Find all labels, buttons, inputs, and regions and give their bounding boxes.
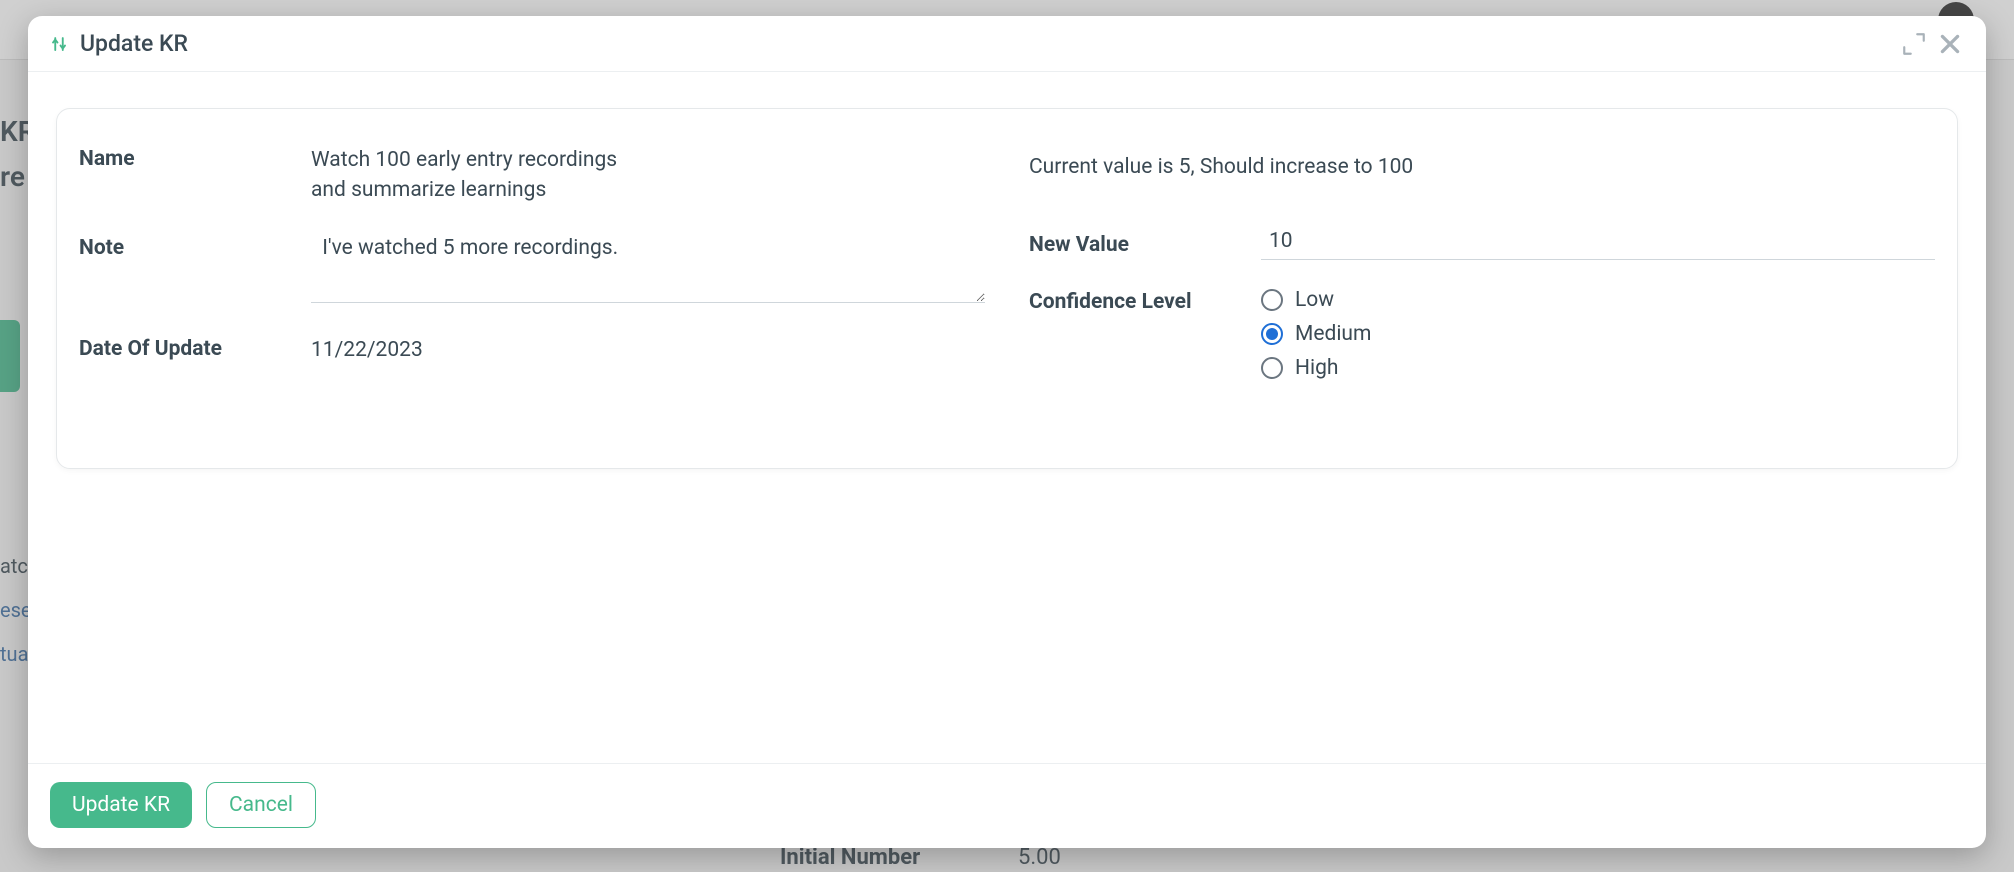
- update-kr-button[interactable]: Update KR: [50, 782, 192, 828]
- modal-body: Name Watch 100 early entry recordings an…: [28, 72, 1986, 763]
- right-column: Current value is 5, Should increase to 1…: [1007, 145, 1957, 408]
- radio-icon: [1261, 323, 1283, 345]
- radio-icon: [1261, 357, 1283, 379]
- modal-title: Update KR: [80, 30, 1892, 57]
- left-column: Name Watch 100 early entry recordings an…: [57, 145, 1007, 408]
- new-value-field: New Value: [1029, 227, 1935, 260]
- cancel-button[interactable]: Cancel: [206, 782, 316, 828]
- name-label: Name: [79, 145, 311, 171]
- confidence-label: Confidence Level: [1029, 288, 1261, 314]
- modal-header: Update KR: [28, 16, 1986, 72]
- confidence-low-label: Low: [1295, 288, 1334, 312]
- confidence-field: Confidence Level Low Medium High: [1029, 288, 1935, 380]
- value-hint: Current value is 5, Should increase to 1…: [1029, 145, 1935, 179]
- confidence-radio-high[interactable]: High: [1261, 356, 1935, 380]
- close-button[interactable]: [1936, 30, 1964, 58]
- confidence-medium-label: Medium: [1295, 322, 1371, 346]
- date-label: Date Of Update: [79, 335, 311, 361]
- confidence-radio-medium[interactable]: Medium: [1261, 322, 1935, 346]
- confidence-radio-group: Low Medium High: [1261, 288, 1935, 380]
- new-value-label: New Value: [1029, 231, 1261, 257]
- update-kr-modal: Update KR Name Watch 100 early entry rec…: [28, 16, 1986, 848]
- radio-icon: [1261, 289, 1283, 311]
- note-input[interactable]: [311, 234, 985, 303]
- confidence-high-label: High: [1295, 356, 1338, 380]
- name-value: Watch 100 early entry recordings and sum…: [311, 145, 631, 206]
- expand-button[interactable]: [1900, 30, 1928, 58]
- date-field: Date Of Update 11/22/2023: [79, 335, 985, 365]
- modal-footer: Update KR Cancel: [28, 763, 1986, 848]
- name-field: Name Watch 100 early entry recordings an…: [79, 145, 985, 206]
- confidence-radio-low[interactable]: Low: [1261, 288, 1935, 312]
- date-value: 11/22/2023: [311, 335, 985, 365]
- note-field: Note: [79, 234, 985, 307]
- form-panel: Name Watch 100 early entry recordings an…: [56, 108, 1958, 469]
- new-value-input[interactable]: [1261, 227, 1935, 260]
- note-label: Note: [79, 234, 311, 260]
- sliders-icon: [50, 35, 68, 53]
